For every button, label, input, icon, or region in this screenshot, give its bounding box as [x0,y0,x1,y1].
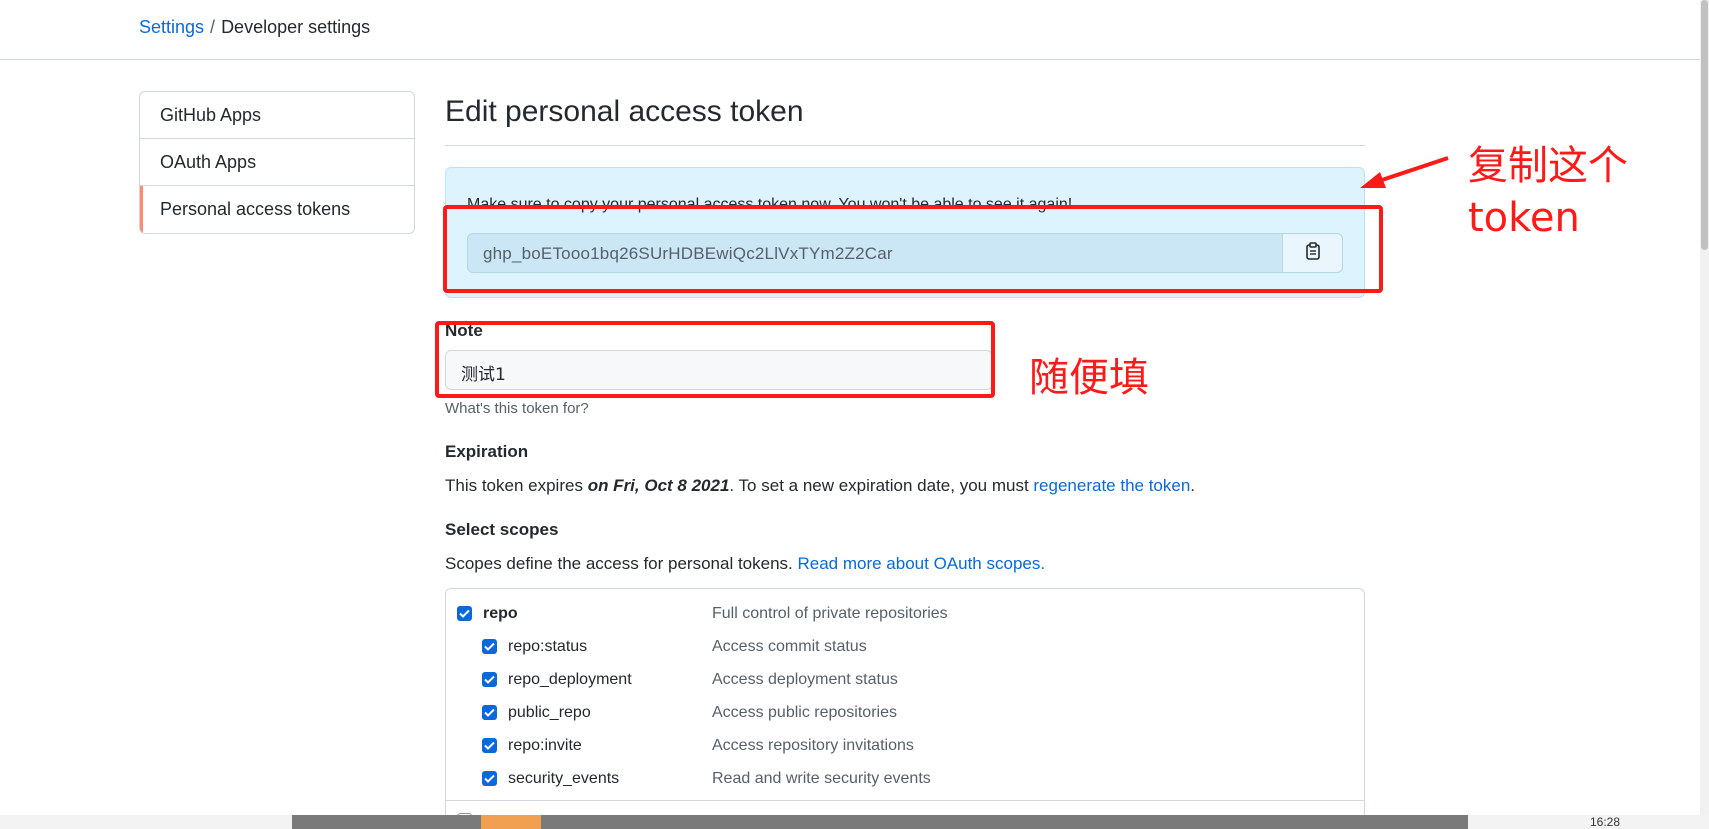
annotation-copy-token-line2: token [1468,195,1580,241]
expiration-text-after: . To set a new expiration date, you must [729,476,1034,495]
taskbar-left-area [0,815,292,829]
scope-description: Access public repositories [712,704,897,721]
expiration-text: This token expires on Fri, Oct 8 2021. T… [445,476,1195,496]
taskbar-app-icon[interactable] [481,815,541,829]
scopes-description-text: Scopes define the access for personal to… [445,554,798,573]
scope-name: repo [483,605,518,622]
checkbox-public-repo[interactable] [482,705,497,720]
scope-description: Read and write security events [712,770,931,787]
annotation-fill-anything-text: 随便填 [1029,355,1149,401]
checkbox-repo-status[interactable] [482,639,497,654]
expiration-date: on Fri, Oct 8 2021 [587,476,730,495]
breadcrumb-settings-link[interactable]: Settings [139,17,204,37]
scope-row-security-events: security_events Read and write security … [446,770,1364,800]
scope-row-repo-invite: repo:invite Access repository invitation… [446,737,1364,767]
checkbox-repo-deployment[interactable] [482,672,497,687]
breadcrumb-current: Developer settings [221,17,371,37]
page-title: Edit personal access token [445,95,804,128]
oauth-scopes-link[interactable]: Read more about OAuth scopes. [797,554,1045,573]
expiration-label: Expiration [445,442,529,461]
annotation-copy-token-text: 复制这个 token [1468,140,1628,244]
scopes-description: Scopes define the access for personal to… [445,554,1045,574]
breadcrumb: Settings / Developer settings [139,17,370,38]
top-bar: Settings / Developer settings [0,0,1700,60]
taskbar-clock: 16:28 [1590,815,1621,829]
scope-name: repo:status [508,638,588,655]
scope-name: public_repo [508,704,591,721]
annotation-arrow-icon [1360,156,1449,188]
sidebar-item-oauth-apps[interactable]: OAuth Apps [140,139,414,186]
checkbox-repo-invite[interactable] [482,738,497,753]
select-scopes-label: Select scopes [445,520,559,539]
checkbox-security-events[interactable] [482,771,497,786]
annotation-copy-token-line1: 复制这个 [1468,143,1628,189]
scopes-list: repo Full control of private repositorie… [445,588,1365,828]
scope-group-divider [446,800,1364,801]
expiration-text-before: This token expires [445,476,588,495]
scope-row-public-repo: public_repo Access public repositories [446,704,1364,734]
scope-row-repo: repo Full control of private repositorie… [446,605,1364,635]
scope-description: Access commit status [712,638,867,655]
sidebar-item-personal-access-tokens[interactable]: Personal access tokens [140,186,414,233]
developer-settings-sidebar: GitHub Apps OAuth Apps Personal access t… [139,91,415,234]
expiration-text-end: . [1190,476,1196,495]
annotation-note-highlight [435,321,995,398]
scope-name: security_events [508,770,620,787]
scope-name: repo:invite [508,737,582,754]
note-hint: What's this token for? [445,400,589,417]
scope-description: Access repository invitations [712,737,914,754]
scope-row-repo-deployment: repo_deployment Access deployment status [446,671,1364,701]
page-scrollbar[interactable] [1700,0,1709,829]
scope-name: repo_deployment [508,671,632,688]
regenerate-token-link[interactable]: regenerate the token [1033,476,1190,495]
taskbar-tray [1468,815,1709,829]
scope-description: Access deployment status [712,671,898,688]
title-divider [445,145,1365,146]
scope-description: Full control of private repositories [712,605,948,622]
checkbox-repo[interactable] [457,606,472,621]
scope-row-repo-status: repo:status Access commit status [446,638,1364,668]
breadcrumb-separator: / [210,17,216,37]
scrollbar-thumb[interactable] [1701,0,1708,250]
sidebar-item-github-apps[interactable]: GitHub Apps [140,92,414,139]
annotation-token-highlight [443,205,1383,293]
taskbar: 16:28 [0,815,1709,829]
